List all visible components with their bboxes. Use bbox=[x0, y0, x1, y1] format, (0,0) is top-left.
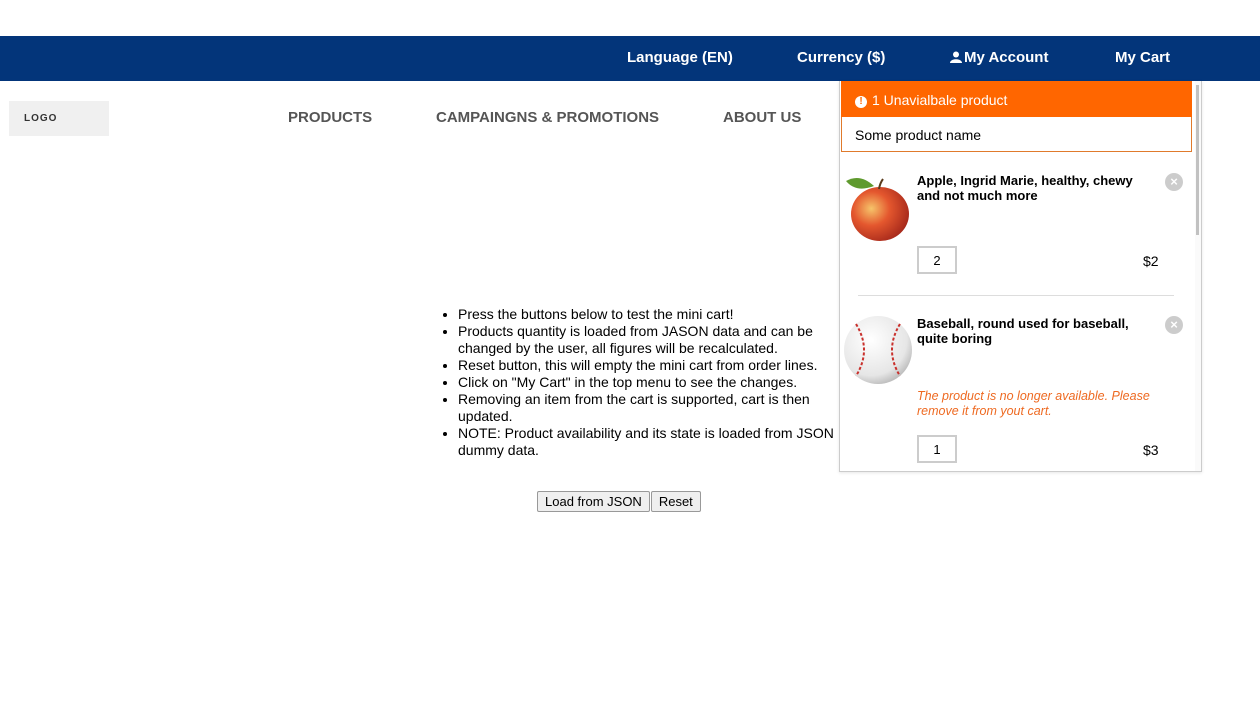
item-name: Baseball, round used for baseball, quite… bbox=[917, 316, 1129, 346]
language-selector[interactable]: Language (EN) bbox=[627, 49, 733, 66]
list-item: Products quantity is loaded from JASON d… bbox=[458, 323, 858, 357]
item-price: $2 bbox=[1143, 253, 1159, 269]
scrollbar[interactable] bbox=[1195, 81, 1201, 471]
user-icon bbox=[950, 51, 962, 63]
item-name: Apple, Ingrid Marie, healthy, chewy and … bbox=[917, 173, 1133, 203]
list-item: NOTE: Product availability and its state… bbox=[458, 425, 858, 459]
button-group: Load from JSON Reset bbox=[537, 491, 702, 512]
item-price: $3 bbox=[1143, 442, 1159, 458]
nav-about-us[interactable]: ABOUT US bbox=[723, 109, 801, 126]
divider bbox=[858, 295, 1174, 296]
unavailable-alert: ! 1 Unavialbale product Some product name bbox=[841, 81, 1192, 153]
load-from-json-button[interactable]: Load from JSON bbox=[537, 491, 650, 512]
apple-image bbox=[846, 177, 909, 241]
alert-title: 1 Unavialbale product bbox=[872, 92, 1008, 108]
mini-cart-dropdown: ! 1 Unavialbale product Some product name… bbox=[839, 81, 1202, 472]
quantity-input[interactable] bbox=[917, 435, 957, 463]
alert-header: ! 1 Unavialbale product bbox=[841, 81, 1192, 117]
quantity-input[interactable] bbox=[917, 246, 957, 274]
logo[interactable]: LOGO bbox=[9, 101, 109, 136]
list-item: Removing an item from the cart is suppor… bbox=[458, 391, 858, 425]
nav-campaigns[interactable]: CAMPAINGNS & PROMOTIONS bbox=[436, 109, 659, 126]
exclamation-icon: ! bbox=[855, 96, 867, 108]
instructions-list: Press the buttons below to test the mini… bbox=[438, 306, 858, 459]
my-account-link[interactable]: My Account bbox=[950, 49, 1048, 66]
list-item: Press the buttons below to test the mini… bbox=[458, 306, 858, 323]
alert-product-name: Some product name bbox=[841, 117, 1192, 152]
my-account-label: My Account bbox=[964, 49, 1049, 66]
reset-button[interactable]: Reset bbox=[650, 491, 701, 512]
top-bar: Language (EN) Currency ($) My Account My… bbox=[0, 36, 1260, 81]
scrollbar-thumb[interactable] bbox=[1196, 85, 1199, 235]
my-cart-link[interactable]: My Cart bbox=[1115, 49, 1170, 66]
baseball-image bbox=[844, 316, 912, 384]
currency-selector[interactable]: Currency ($) bbox=[797, 49, 885, 66]
list-item: Reset button, this will empty the mini c… bbox=[458, 357, 858, 374]
unavailable-warning: The product is no longer available. Plea… bbox=[917, 389, 1150, 418]
nav-products[interactable]: PRODUCTS bbox=[288, 109, 372, 126]
remove-item-icon[interactable]: × bbox=[1165, 316, 1183, 334]
remove-item-icon[interactable]: × bbox=[1165, 173, 1183, 191]
list-item: Click on "My Cart" in the top menu to se… bbox=[458, 374, 858, 391]
